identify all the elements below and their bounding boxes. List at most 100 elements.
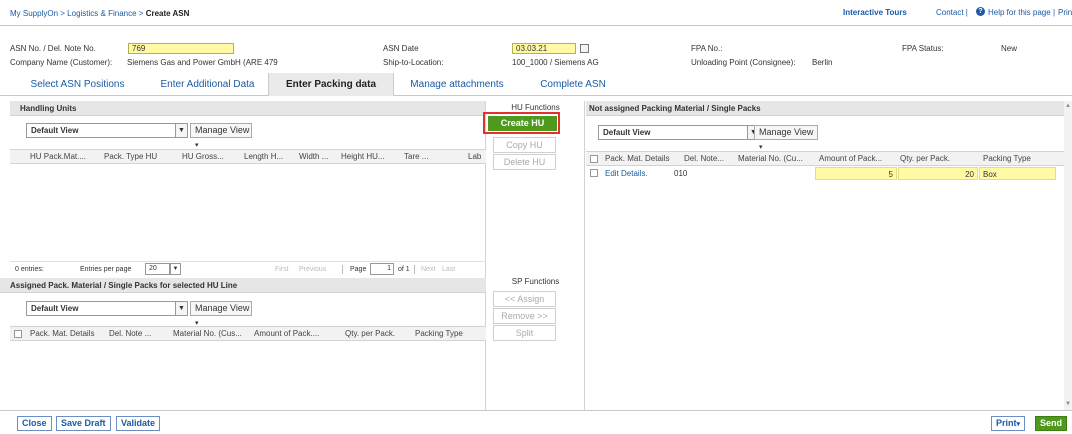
scroll-up-icon[interactable]: ▲	[1065, 103, 1071, 109]
handling-units-title: Handling Units	[10, 101, 485, 116]
asn-date-field[interactable]: 03.03.21	[512, 43, 576, 54]
assigned-col-details[interactable]: Pack. Mat. Details	[30, 327, 94, 341]
hu-col-pack-mat[interactable]: HU Pack.Mat....	[30, 150, 86, 164]
last-page-link[interactable]: Last	[442, 262, 455, 277]
functions-column: HU Functions Create HU Copy HU Delete HU…	[483, 101, 585, 410]
vertical-scrollbar[interactable]: ▲ ▼	[1064, 101, 1072, 410]
help-icon[interactable]: ?	[976, 7, 985, 16]
unassigned-manage-view-button[interactable]: Manage View ▾	[754, 125, 818, 151]
delete-hu-button[interactable]: Delete HU	[493, 154, 556, 170]
assigned-title: Assigned Pack. Material / Single Packs f…	[0, 278, 486, 293]
assigned-col-material[interactable]: Material No. (Cus...	[173, 327, 242, 341]
hu-col-tare[interactable]: Tare ...	[404, 150, 428, 164]
scroll-down-icon[interactable]: ▼	[1065, 401, 1071, 407]
help-link[interactable]: Help for this page	[988, 8, 1051, 17]
unassigned-col-del-note[interactable]: Del. Note...	[684, 152, 724, 166]
unassigned-view-select[interactable]: Default View ▼	[598, 125, 760, 140]
hu-col-height[interactable]: Height HU...	[341, 150, 385, 164]
print-link[interactable]: Print	[1058, 8, 1072, 17]
assigned-col-type[interactable]: Packing Type	[415, 327, 463, 341]
hu-pagination: 0 entries: Entries per page 20 ▼ First P…	[10, 261, 486, 276]
handling-units-panel: Handling Units Default View ▼ Manage Vie…	[0, 101, 486, 410]
assigned-col-amount[interactable]: Amount of Pack....	[254, 327, 319, 341]
qty-input[interactable]: 20	[898, 167, 978, 180]
create-hu-button[interactable]: Create HU	[488, 116, 557, 131]
hu-functions-title: HU Functions	[511, 103, 560, 112]
page-number-input[interactable]: 1	[370, 263, 394, 275]
hu-col-width[interactable]: Width ...	[299, 150, 328, 164]
send-button[interactable]: Send	[1035, 416, 1068, 431]
tab-enter-additional-data[interactable]: Enter Additional Data	[145, 73, 270, 96]
breadcrumb-logistics[interactable]: Logistics & Finance	[67, 9, 136, 18]
copy-hu-button[interactable]: Copy HU	[493, 137, 556, 153]
company-value: Siemens Gas and Power GmbH (ARE 479	[127, 58, 278, 67]
ship-to-value: 100_1000 / Siemens AG	[512, 58, 599, 67]
select-all-checkbox[interactable]	[14, 330, 22, 338]
calendar-icon[interactable]	[580, 44, 589, 53]
assigned-col-del-note[interactable]: Del. Note ...	[109, 327, 151, 341]
hu-col-gross[interactable]: HU Gross...	[182, 150, 224, 164]
assigned-view-select[interactable]: Default View ▼	[26, 301, 188, 316]
chevron-down-icon[interactable]: ▼	[170, 263, 181, 275]
previous-page-link[interactable]: Previous	[299, 262, 326, 277]
header-row-1: ASN No. / Del. Note No. 769 ASN Date 03.…	[10, 43, 1018, 54]
amount-input[interactable]: 5	[815, 167, 897, 180]
breadcrumb: My SupplyOn > Logistics & Finance > Crea…	[10, 9, 190, 18]
unassigned-col-amount[interactable]: Amount of Pack...	[819, 152, 882, 166]
unassigned-table-header: Pack. Mat. Details Del. Note... Material…	[586, 151, 1064, 166]
split-button[interactable]: Split	[493, 325, 556, 341]
contact-link[interactable]: Contact |	[936, 8, 968, 17]
dropdown-caret-icon: ▾	[759, 144, 763, 151]
edit-details-link[interactable]: Edit Details.	[605, 167, 648, 180]
hu-col-label[interactable]: Lab	[468, 150, 481, 164]
hu-col-pack-type[interactable]: Pack. Type HU	[104, 150, 157, 164]
hu-col-length[interactable]: Length H...	[244, 150, 283, 164]
hu-table-header: HU Pack.Mat.... Pack. Type HU HU Gross..…	[10, 149, 486, 164]
hu-view-select[interactable]: Default View ▼	[26, 123, 188, 138]
next-page-link[interactable]: Next	[421, 262, 435, 277]
tab-complete-asn[interactable]: Complete ASN	[520, 73, 626, 96]
table-row[interactable]: Edit Details. 010 5 20 Box	[586, 167, 1064, 180]
save-draft-button[interactable]: Save Draft	[56, 416, 111, 431]
select-all-checkbox[interactable]	[590, 155, 598, 163]
hu-manage-view-button[interactable]: Manage View ▾	[190, 123, 252, 149]
unassigned-panel: Not assigned Packing Material / Single P…	[586, 101, 1064, 410]
interactive-tours-link[interactable]: Interactive Tours	[843, 8, 907, 17]
chevron-down-icon: ▼	[175, 124, 187, 137]
assigned-table-header: Pack. Mat. Details Del. Note ... Materia…	[10, 326, 486, 341]
chevron-down-icon: ▼	[175, 302, 187, 315]
packing-type-input[interactable]: Box	[979, 167, 1056, 180]
unassigned-col-details[interactable]: Pack. Mat. Details	[605, 152, 669, 166]
close-button[interactable]: Close	[17, 416, 52, 431]
assigned-col-qty[interactable]: Qty. per Pack.	[345, 327, 395, 341]
top-bar: My SupplyOn > Logistics & Finance > Crea…	[0, 0, 1072, 26]
tab-select-asn-positions[interactable]: Select ASN Positions	[10, 73, 145, 96]
assign-button[interactable]: << Assign	[493, 291, 556, 307]
del-note-cell: 010	[674, 169, 688, 178]
unassigned-col-qty[interactable]: Qty. per Pack.	[900, 152, 950, 166]
unassigned-col-type[interactable]: Packing Type	[983, 152, 1031, 166]
validate-button[interactable]: Validate	[116, 416, 161, 431]
sp-functions-title: SP Functions	[511, 277, 560, 286]
row-checkbox[interactable]	[590, 169, 598, 177]
dropdown-caret-icon: ▾	[195, 142, 199, 149]
header-row-2: Company Name (Customer): Siemens Gas and…	[10, 58, 833, 67]
unassigned-col-material[interactable]: Material No. (Cu...	[738, 152, 803, 166]
remove-button[interactable]: Remove >>	[493, 308, 556, 324]
assigned-manage-view-button[interactable]: Manage View ▾	[190, 301, 252, 327]
footer-bar: Close Save Draft Validate Print▾ Send	[0, 410, 1072, 434]
entries-per-page-select[interactable]: 20	[145, 263, 170, 275]
hu-entries-count: 0 entries:	[15, 266, 44, 273]
unloading-value: Berlin	[812, 58, 833, 67]
first-page-link[interactable]: First	[275, 262, 289, 277]
breadcrumb-current: Create ASN	[145, 9, 190, 18]
tab-manage-attachments[interactable]: Manage attachments	[394, 73, 520, 96]
asn-no-field[interactable]: 769	[128, 43, 234, 54]
print-button[interactable]: Print▾	[991, 416, 1026, 431]
tab-enter-packing-data[interactable]: Enter Packing data	[268, 73, 394, 96]
breadcrumb-mysupplyon[interactable]: My SupplyOn	[10, 9, 58, 18]
fpa-status-value: New	[1001, 44, 1018, 53]
unassigned-title: Not assigned Packing Material / Single P…	[586, 101, 1064, 116]
dropdown-caret-icon: ▾	[1016, 421, 1021, 428]
tab-bar: Select ASN Positions Enter Additional Da…	[0, 73, 1072, 96]
